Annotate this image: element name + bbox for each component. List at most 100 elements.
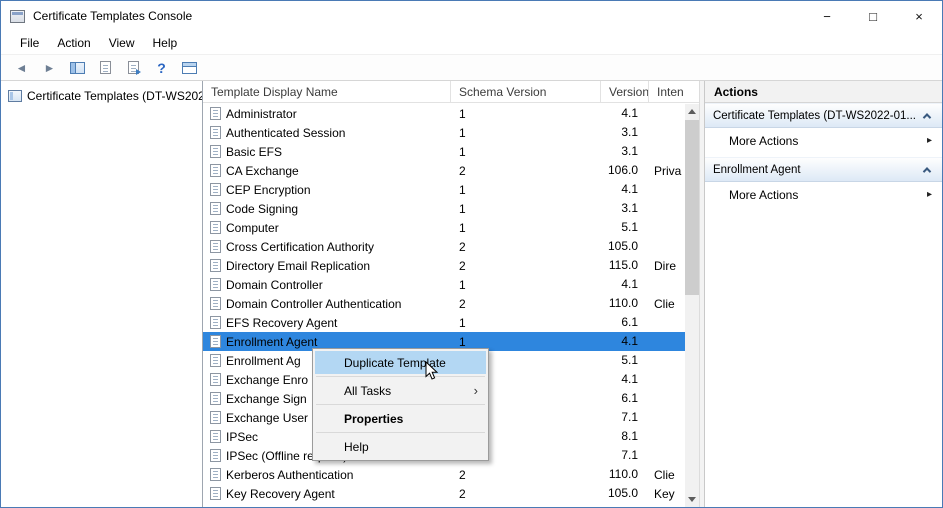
template-row[interactable]: Administrator 1 4.1 xyxy=(203,104,687,123)
version-value: 6.1 xyxy=(621,391,638,405)
menu-action[interactable]: Action xyxy=(48,33,99,53)
intended-purposes-value: Key xyxy=(654,486,675,501)
menubar: File Action View Help xyxy=(1,31,942,54)
menu-separator xyxy=(316,404,485,405)
certificate-template-icon xyxy=(210,487,221,500)
titlebar: Certificate Templates Console − □ × xyxy=(1,1,942,31)
menu-file[interactable]: File xyxy=(11,33,48,53)
version-value: 105.0 xyxy=(607,239,638,253)
template-name: Enrollment Agent xyxy=(226,334,318,349)
version-value: 3.1 xyxy=(621,144,638,158)
submenu-arrow-icon: › xyxy=(473,383,478,398)
action-group-header-label: Certificate Templates (DT-WS2022-01... xyxy=(712,109,916,122)
template-row[interactable]: CA Exchange 2 106.0 Priva xyxy=(203,161,687,180)
forward-icon: ► xyxy=(43,60,56,75)
version-value: 3.1 xyxy=(621,125,638,139)
version-value: 8.1 xyxy=(621,429,638,443)
more-actions-item-certificate-templates[interactable]: More Actions ▸ xyxy=(705,128,942,153)
template-row[interactable]: Directory Email Replication 2 115.0 Dire xyxy=(203,256,687,275)
version-value: 4.1 xyxy=(621,106,638,120)
menu-view[interactable]: View xyxy=(100,33,144,53)
column-header-version[interactable]: Version xyxy=(601,81,649,102)
scroll-down-button[interactable] xyxy=(685,492,699,507)
template-row[interactable]: EFS Recovery Agent 1 6.1 xyxy=(203,313,687,332)
scrollbar-thumb[interactable] xyxy=(684,120,699,295)
template-name-cell: Domain Controller Authentication xyxy=(203,297,451,311)
certificate-template-icon xyxy=(210,411,221,424)
template-row[interactable]: Key Recovery Agent 2 105.0 Key xyxy=(203,484,687,503)
template-name-cell: Kerberos Authentication xyxy=(203,468,451,482)
schema-version-value: 1 xyxy=(459,220,466,235)
help-button[interactable]: ? xyxy=(149,57,174,79)
context-menu-duplicate-template[interactable]: Duplicate Template xyxy=(315,351,486,374)
template-name: IPSec xyxy=(226,429,259,444)
window-controls: − □ × xyxy=(804,1,942,31)
version-value: 4.1 xyxy=(621,277,638,291)
template-name-cell: Cross Certification Authority xyxy=(203,240,451,254)
certificate-template-icon xyxy=(210,449,221,462)
schema-version-value: 2 xyxy=(459,163,466,178)
more-actions-arrow-icon: ▸ xyxy=(926,189,932,200)
forward-button[interactable]: ► xyxy=(37,57,62,79)
template-name-cell: Authenticated Session xyxy=(203,126,451,140)
minimize-button[interactable]: − xyxy=(804,1,850,31)
template-row[interactable]: Basic EFS 1 3.1 xyxy=(203,142,687,161)
console-tree-icon xyxy=(70,61,85,74)
column-header-template-display-name[interactable]: Template Display Name xyxy=(203,81,451,102)
template-row[interactable]: Domain Controller 1 4.1 xyxy=(203,275,687,294)
action-group-header-certificate-templates[interactable]: Certificate Templates (DT-WS2022-01... xyxy=(704,103,942,128)
scroll-up-button[interactable] xyxy=(685,104,699,119)
vertical-scrollbar[interactable] xyxy=(684,104,699,507)
console-tree-panel: Certificate Templates (DT-WS202 xyxy=(1,81,203,507)
action-group-header-enrollment-agent[interactable]: Enrollment Agent xyxy=(704,157,942,182)
intended-purposes-value: Clie xyxy=(654,296,675,311)
schema-version-value: 2 xyxy=(459,467,466,482)
version-value: 7.1 xyxy=(621,448,638,462)
collapse-chevron-icon[interactable] xyxy=(916,161,938,179)
maximize-button[interactable]: □ xyxy=(850,1,896,31)
template-name: Key Recovery Agent xyxy=(226,486,335,501)
back-icon: ◄ xyxy=(15,60,28,75)
list-view-button[interactable] xyxy=(93,57,118,79)
certificate-template-icon xyxy=(210,335,221,348)
context-menu-item-label: Properties xyxy=(344,411,404,426)
show-console-tree-button[interactable] xyxy=(65,57,90,79)
schema-version-value: 1 xyxy=(459,334,466,349)
template-name-cell: Computer xyxy=(203,221,451,235)
actions-panel: Actions Certificate Templates (DT-WS2022… xyxy=(704,81,942,507)
context-menu-help[interactable]: Help xyxy=(315,435,486,458)
export-list-button[interactable] xyxy=(121,57,146,79)
template-row[interactable]: Kerberos Authentication 2 110.0 Clie xyxy=(203,465,687,484)
column-header-schema-version[interactable]: Schema Version xyxy=(451,81,601,102)
certificate-template-icon xyxy=(210,392,221,405)
more-actions-item-enrollment-agent[interactable]: More Actions ▸ xyxy=(705,182,942,207)
template-row[interactable]: Domain Controller Authentication 2 110.0… xyxy=(203,294,687,313)
intended-purposes-value: Dire xyxy=(654,258,677,273)
table-view-button[interactable] xyxy=(177,57,202,79)
tree-node-certificate-templates[interactable]: Certificate Templates (DT-WS202 xyxy=(1,86,202,106)
help-icon: ? xyxy=(157,59,166,76)
column-header-intended-purposes[interactable]: Inten xyxy=(649,81,699,102)
certificate-template-icon xyxy=(210,145,221,158)
template-name: Domain Controller Authentication xyxy=(226,296,402,311)
template-row[interactable]: CEP Encryption 1 4.1 xyxy=(203,180,687,199)
template-row[interactable]: Cross Certification Authority 2 105.0 xyxy=(203,237,687,256)
schema-version-value: 2 xyxy=(459,258,466,273)
certificate-template-icon xyxy=(210,373,221,386)
context-menu-properties[interactable]: Properties xyxy=(315,407,486,430)
menu-separator xyxy=(316,376,485,377)
template-row[interactable]: Computer 1 5.1 xyxy=(203,218,687,237)
action-group-header-label: Enrollment Agent xyxy=(712,163,801,176)
collapse-chevron-icon[interactable] xyxy=(916,107,938,125)
list-icon xyxy=(100,61,111,74)
template-row[interactable]: Authenticated Session 1 3.1 xyxy=(203,123,687,142)
template-name-cell: Basic EFS xyxy=(203,145,451,159)
certificate-template-icon xyxy=(210,259,221,272)
version-value: 106.0 xyxy=(607,163,638,177)
menu-help[interactable]: Help xyxy=(144,33,187,53)
menu-separator xyxy=(316,432,485,433)
context-menu-all-tasks[interactable]: All Tasks › xyxy=(315,379,486,402)
close-button[interactable]: × xyxy=(896,1,942,31)
template-row[interactable]: Code Signing 1 3.1 xyxy=(203,199,687,218)
back-button[interactable]: ◄ xyxy=(9,57,34,79)
